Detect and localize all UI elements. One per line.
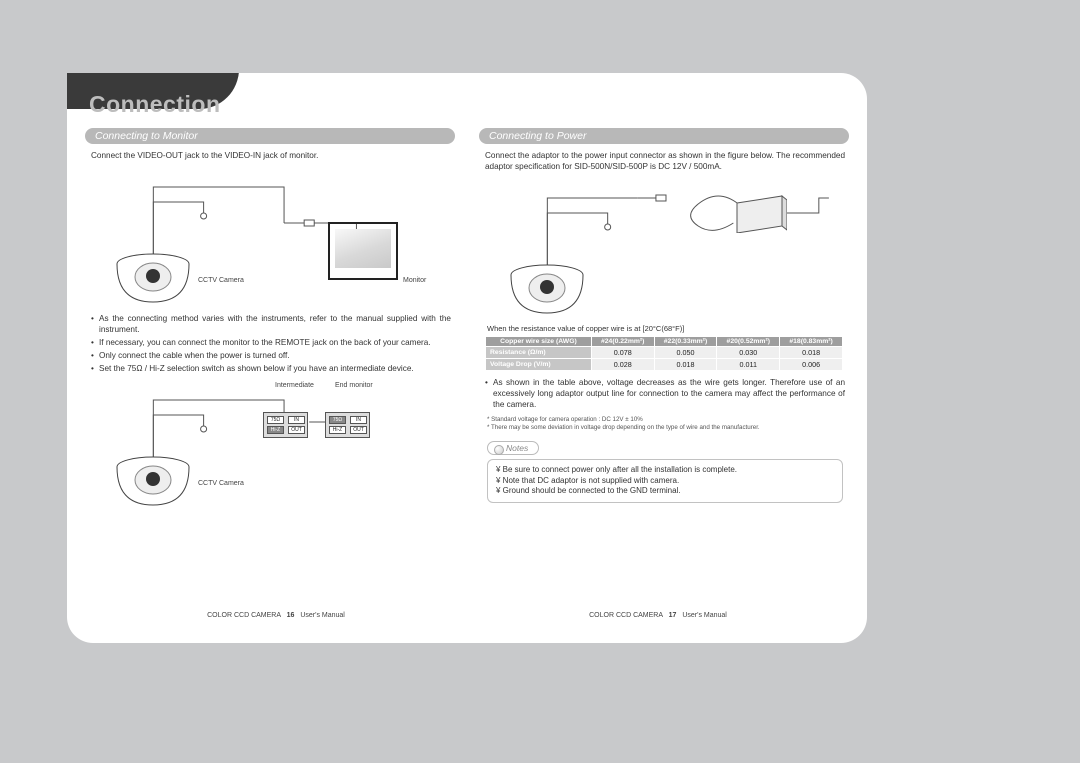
- label-end-monitor: End monitor: [335, 382, 373, 389]
- wire-table: When the resistance value of copper wire…: [485, 324, 843, 371]
- th: #18(0.83mm²): [780, 337, 843, 347]
- table-header-row: Copper wire size (AWG) #24(0.22mm²) #22(…: [486, 337, 843, 347]
- label-cctv-2: CCTV Camera: [198, 480, 244, 487]
- label-cctv-1: CCTV Camera: [198, 277, 244, 284]
- footnote-item: Standard voltage for camera operation : …: [487, 416, 843, 424]
- diagram-power: [487, 178, 849, 318]
- row-header: Resistance (Ω/m): [486, 347, 592, 359]
- page-title: Connection: [89, 91, 849, 118]
- cell: 0.006: [780, 359, 843, 371]
- footer-text: User's Manual: [682, 612, 727, 619]
- subhead-monitor: Connecting to Monitor: [85, 128, 455, 144]
- label-monitor: Monitor: [403, 277, 426, 284]
- notes-badge: Notes: [487, 441, 539, 455]
- table-row: Voltage Drop (V/m) 0.028 0.018 0.011 0.0…: [486, 359, 843, 371]
- th: #20(0.52mm²): [717, 337, 780, 347]
- manual-page-spread: Connection Connecting to Monitor Connect…: [67, 73, 867, 643]
- th: #22(0.33mm²): [654, 337, 717, 347]
- footnotes: Standard voltage for camera operation : …: [487, 416, 843, 432]
- footnote-item: There may be some deviation in voltage d…: [487, 424, 843, 432]
- diagram-intermediate: CCTV Camera Intermediate End monitor 75Ω…: [93, 380, 455, 510]
- bullet-item: If necessary, you can connect the monito…: [91, 337, 451, 348]
- after-table-bullets: As shown in the table above, voltage dec…: [485, 377, 845, 410]
- notes-box: Be sure to connect power only after all …: [487, 459, 843, 503]
- bullet-item: As shown in the table above, voltage dec…: [485, 377, 845, 410]
- table-row: Resistance (Ω/m) 0.078 0.050 0.030 0.018: [486, 347, 843, 359]
- dome-camera-icon: [113, 455, 193, 510]
- footer-text: COLOR CCD CAMERA: [207, 612, 281, 619]
- page-number: 17: [669, 612, 677, 619]
- cell: 0.028: [591, 359, 654, 371]
- th: #24(0.22mm²): [591, 337, 654, 347]
- table-caption: When the resistance value of copper wire…: [487, 324, 843, 333]
- monitor-icon: [328, 222, 398, 280]
- end-switch-icon: 75Ω Hi-Z IN OUT: [325, 412, 370, 438]
- intro-power: Connect the adaptor to the power input c…: [485, 150, 845, 172]
- footer-right: COLOR CCD CAMERA 17 User's Manual: [467, 612, 849, 619]
- column-left: Connecting to Monitor Connect the VIDEO-…: [85, 128, 455, 618]
- cell: 0.050: [654, 347, 717, 359]
- diagram-monitor: CCTV Camera Monitor: [93, 167, 455, 307]
- dome-camera-icon: [507, 263, 587, 318]
- bullets-monitor: As the connecting method varies with the…: [91, 313, 451, 374]
- footer-text: COLOR CCD CAMERA: [589, 612, 663, 619]
- row-header: Voltage Drop (V/m): [486, 359, 592, 371]
- note-item: Note that DC adaptor is not supplied wit…: [496, 476, 834, 487]
- note-item: Be sure to connect power only after all …: [496, 465, 834, 476]
- footer-left: COLOR CCD CAMERA 16 User's Manual: [85, 612, 467, 619]
- cell: 0.011: [717, 359, 780, 371]
- bullet-item: Only connect the cable when the power is…: [91, 350, 451, 361]
- th: Copper wire size (AWG): [486, 337, 592, 347]
- subhead-power: Connecting to Power: [479, 128, 849, 144]
- cell: 0.030: [717, 347, 780, 359]
- cell: 0.018: [654, 359, 717, 371]
- column-right: Connecting to Power Connect the adaptor …: [479, 128, 849, 618]
- dome-camera-icon: [113, 252, 193, 307]
- cell: 0.018: [780, 347, 843, 359]
- intro-monitor: Connect the VIDEO-OUT jack to the VIDEO-…: [91, 150, 451, 161]
- bullet-item: As the connecting method varies with the…: [91, 313, 451, 335]
- footer-text: User's Manual: [300, 612, 345, 619]
- bullet-item: Set the 75Ω / Hi-Z selection switch as s…: [91, 363, 451, 374]
- adapter-icon: [732, 188, 787, 233]
- intermediate-switch-icon: 75Ω Hi-Z IN OUT: [263, 412, 308, 438]
- cell: 0.078: [591, 347, 654, 359]
- note-item: Ground should be connected to the GND te…: [496, 486, 834, 497]
- label-intermediate: Intermediate: [275, 382, 314, 389]
- page-number: 16: [287, 612, 295, 619]
